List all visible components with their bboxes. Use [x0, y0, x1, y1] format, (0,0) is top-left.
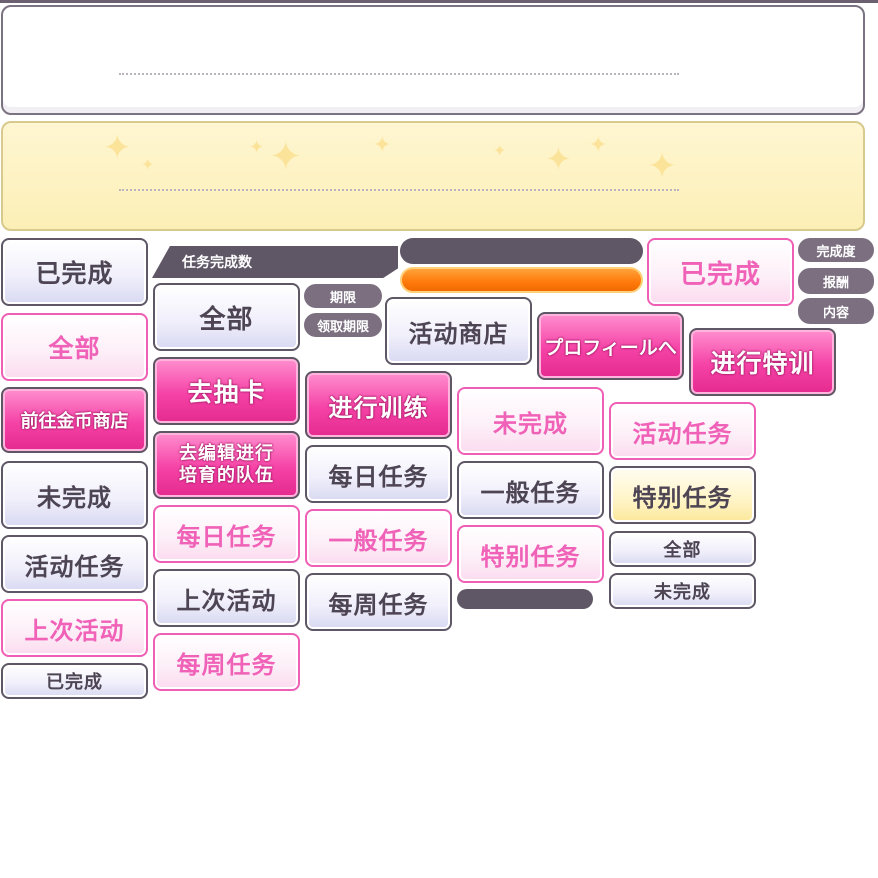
edit-team-line-1: 去编辑进行	[179, 443, 274, 464]
sparkle-icon: ✦	[103, 128, 132, 168]
event-shop-button[interactable]: 活动商店	[385, 297, 532, 365]
sparkle-icon: ✦	[373, 133, 392, 158]
event-missions-tab[interactable]: 活动任务	[1, 535, 148, 593]
all-filter-button[interactable]: 全部	[1, 313, 148, 381]
sparkle-icon: ✦	[249, 137, 265, 158]
normal-missions-tab[interactable]: 一般任务	[457, 461, 604, 519]
last-event-tab-selected[interactable]: 上次活动	[1, 599, 148, 657]
incomplete-tab-selected[interactable]: 未完成	[457, 387, 604, 455]
sparkle-icon: ✦	[141, 155, 155, 174]
mission-panel-normal	[1, 5, 865, 115]
sparkle-icon: ✦	[269, 134, 303, 180]
claim-period-tag: 领取期限	[304, 313, 382, 337]
do-training-button[interactable]: 进行训练	[305, 371, 452, 439]
event-missions-tab-selected[interactable]: 活动任务	[609, 402, 756, 460]
task-completion-ribbon: 任务完成数	[152, 246, 398, 278]
weekly-missions-tab-selected[interactable]: 每周任务	[153, 633, 300, 691]
sparkle-icon: ✦	[589, 133, 608, 158]
go-gacha-button[interactable]: 去抽卡	[153, 357, 300, 425]
edit-training-team-button[interactable]: 去编辑进行 培育的队伍	[153, 431, 300, 499]
to-profile-button[interactable]: プロフィールへ	[537, 312, 684, 380]
special-missions-tab[interactable]: 特别任务	[609, 466, 756, 524]
daily-missions-tab-selected[interactable]: 每日任务	[153, 505, 300, 563]
all-tab[interactable]: 全部	[153, 283, 300, 351]
completed-tab-selected[interactable]: 已完成	[647, 238, 794, 306]
sparkle-icon: ✦	[647, 146, 678, 187]
normal-missions-tab-selected[interactable]: 一般任务	[305, 509, 452, 567]
completed-small-button[interactable]: 已完成	[1, 663, 148, 699]
reward-tag: 报酬	[798, 268, 874, 294]
completed-button[interactable]: 已完成	[1, 238, 148, 306]
period-tag: 期限	[304, 284, 382, 308]
last-event-tab[interactable]: 上次活动	[153, 569, 300, 627]
progress-bar-fill	[400, 267, 643, 293]
edit-team-line-2: 培育的队伍	[179, 465, 274, 486]
special-missions-tab-selected[interactable]: 特别任务	[457, 525, 604, 583]
incomplete-tab[interactable]: 未完成	[1, 461, 148, 529]
special-training-button[interactable]: 进行特训	[689, 328, 836, 396]
content-tag: 内容	[798, 298, 874, 324]
mission-panel-special: ✦ ✦ ✦ ✦ ✦ ✦ ✦ ✦ ✦	[1, 121, 865, 231]
dotted-divider	[119, 189, 679, 191]
go-coin-shop-button[interactable]: 前往金币商店	[1, 387, 148, 453]
weekly-missions-tab[interactable]: 每周任务	[305, 573, 452, 631]
dotted-divider	[119, 73, 679, 75]
all-small-button[interactable]: 全部	[609, 531, 756, 567]
top-divider	[0, 0, 878, 3]
progress-bar-track	[400, 238, 643, 264]
incomplete-small-button[interactable]: 未完成	[609, 573, 756, 609]
sparkle-icon: ✦	[493, 141, 507, 160]
label-bar	[457, 589, 593, 609]
daily-missions-tab[interactable]: 每日任务	[305, 445, 452, 503]
completion-rate-tag: 完成度	[798, 238, 874, 262]
sparkle-icon: ✦	[545, 140, 572, 178]
